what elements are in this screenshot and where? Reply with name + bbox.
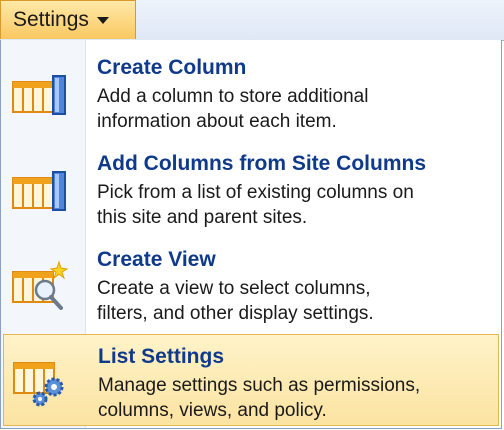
description-line: information about each item. bbox=[97, 111, 337, 132]
chevron-down-icon bbox=[96, 16, 109, 24]
columns-icon bbox=[12, 171, 66, 211]
menu-item-description: Manage settings such as permissions, col… bbox=[98, 373, 488, 423]
description-line: Manage settings such as permissions, bbox=[98, 375, 421, 396]
menu-item-title: Create Column bbox=[97, 56, 247, 79]
description-line: Pick from a list of existing columns on bbox=[97, 182, 414, 203]
menu-item-create-view[interactable]: Create View Create a view to select colu… bbox=[3, 238, 499, 330]
settings-dropdown-menu: Create Column Add a column to store addi… bbox=[0, 40, 502, 429]
description-line: Create a view to select columns, bbox=[97, 278, 371, 299]
description-line: this site and parent sites. bbox=[97, 207, 308, 228]
settings-gears-icon bbox=[13, 362, 64, 407]
menu-item-title: Create View bbox=[97, 248, 216, 271]
description-line: columns, views, and policy. bbox=[98, 400, 327, 421]
menu-item-title: Add Columns from Site Columns bbox=[97, 152, 427, 175]
menu-item-add-site-columns[interactable]: Add Columns from Site Columns Pick from … bbox=[3, 142, 499, 234]
menu-item-title: List Settings bbox=[98, 345, 225, 368]
settings-menu-button[interactable]: Settings bbox=[0, 0, 136, 39]
view-magnifier-icon bbox=[12, 260, 69, 310]
settings-label: Settings bbox=[13, 8, 89, 31]
toolbar: Settings bbox=[0, 0, 504, 41]
menu-item-description: Pick from a list of existing columns on … bbox=[97, 180, 487, 230]
menu-item-description: Add a column to store additional informa… bbox=[97, 84, 487, 134]
menu-item-create-column[interactable]: Create Column Add a column to store addi… bbox=[3, 46, 499, 138]
menu-item-list-settings[interactable]: List Settings Manage settings such as pe… bbox=[3, 334, 499, 426]
description-line: Add a column to store additional bbox=[97, 86, 369, 107]
columns-icon bbox=[12, 75, 66, 115]
description-line: filters, and other display settings. bbox=[97, 303, 374, 324]
menu-item-description: Create a view to select columns, filters… bbox=[97, 276, 487, 326]
